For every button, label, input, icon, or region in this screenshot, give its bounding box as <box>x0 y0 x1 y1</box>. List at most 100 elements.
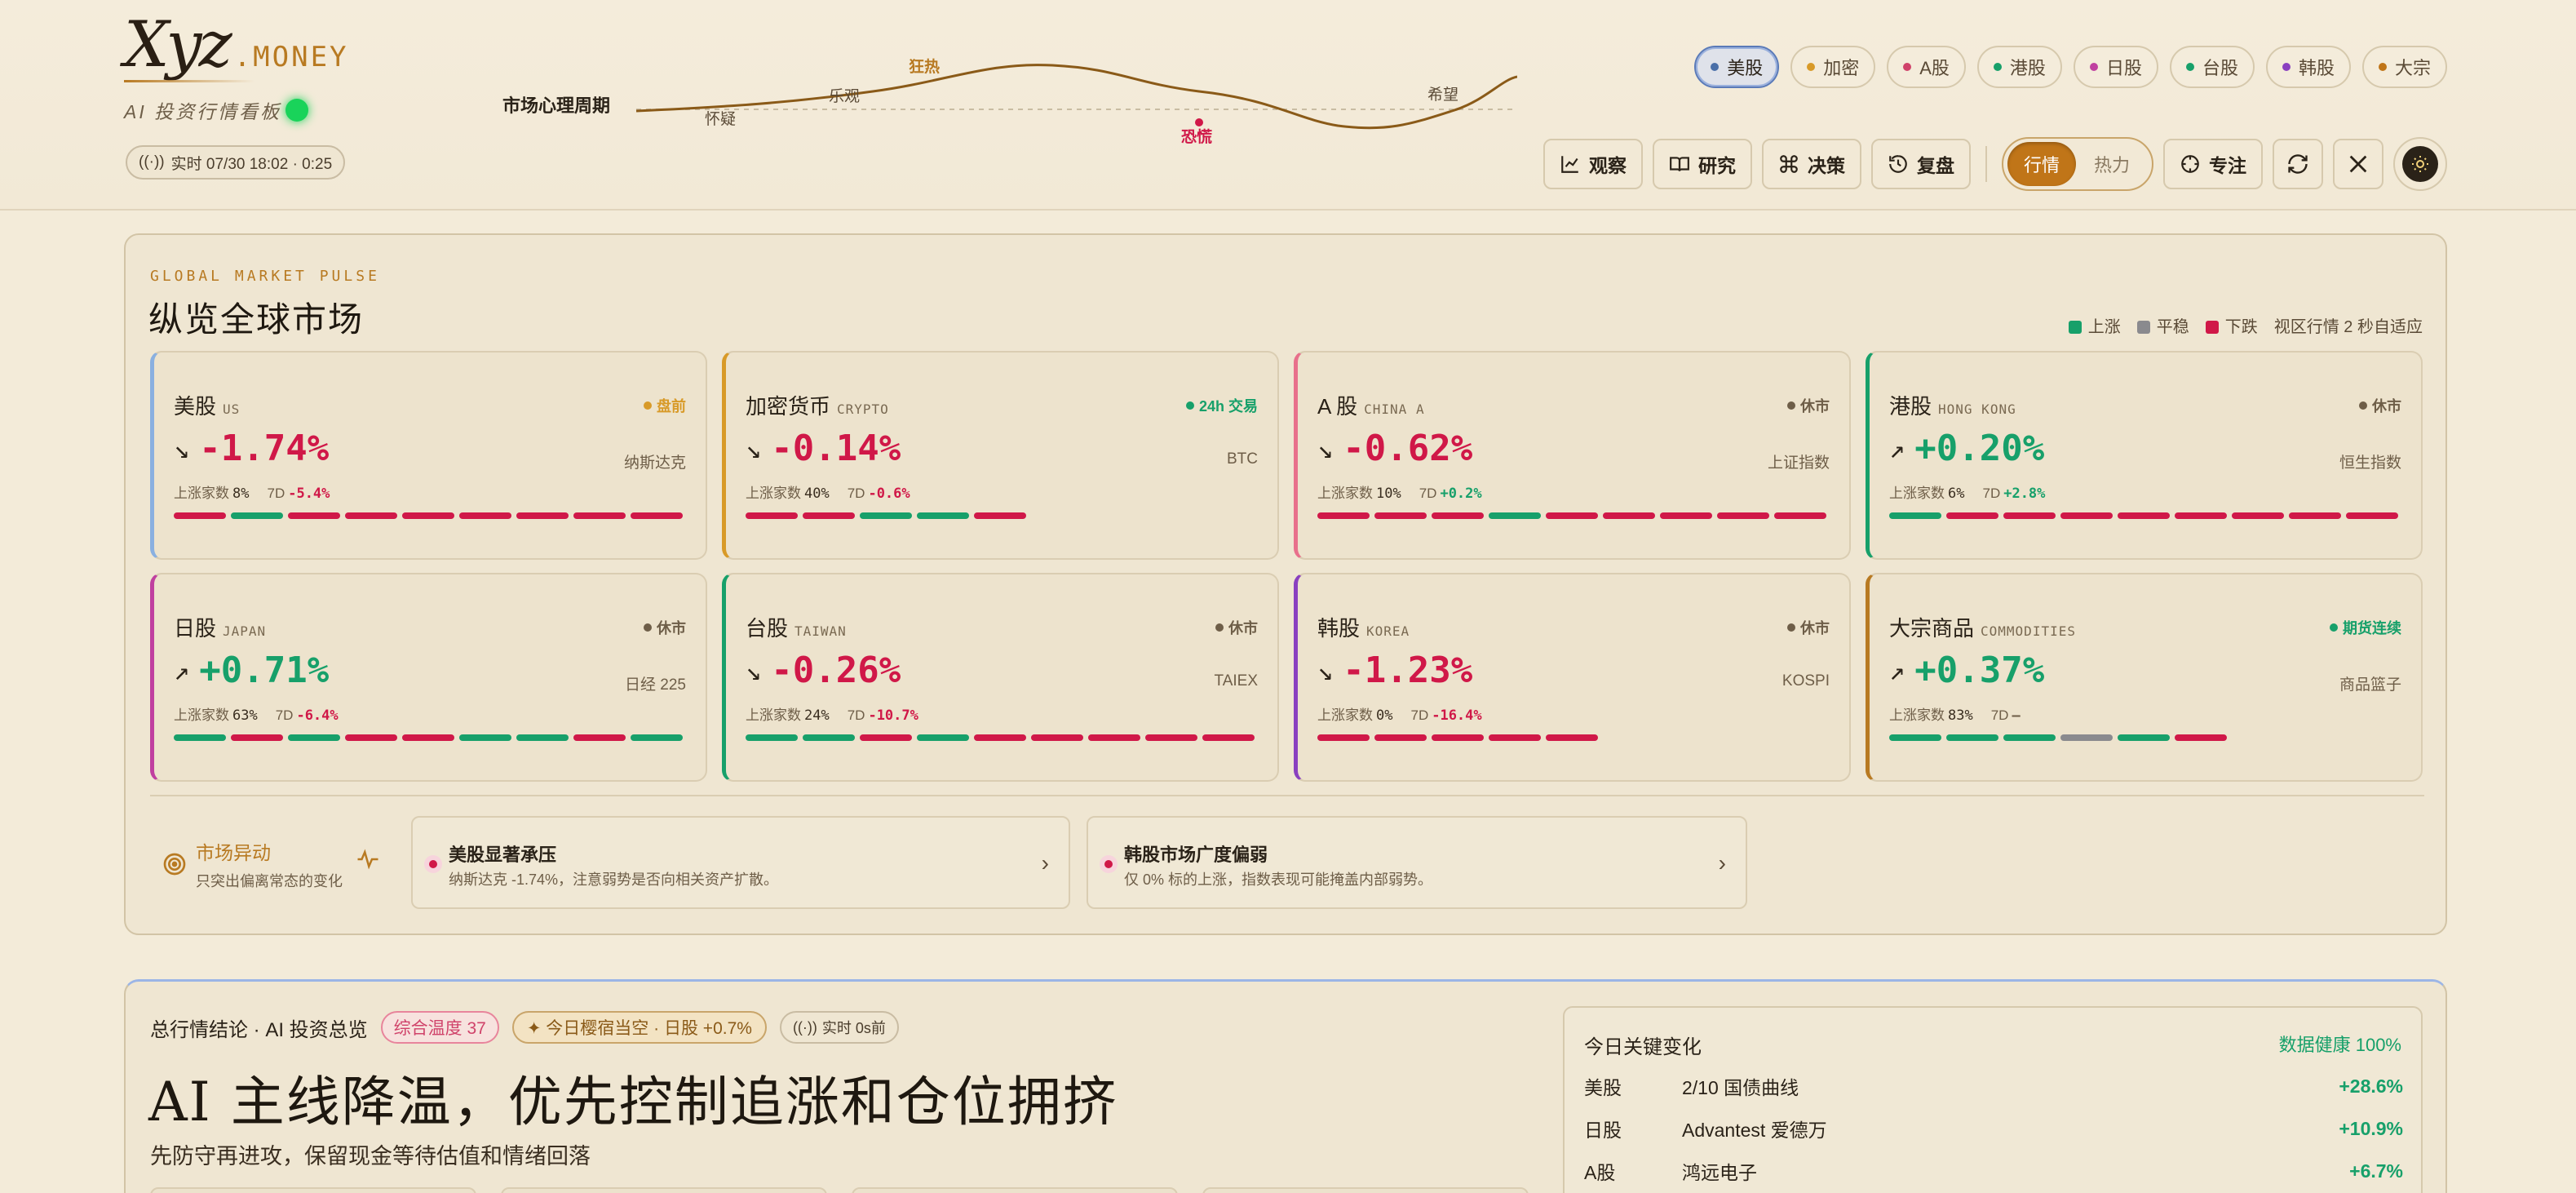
trend-arrow-icon: ↘ <box>1317 654 1334 686</box>
summary-card[interactable] <box>852 1187 1178 1193</box>
brand-underline <box>124 80 255 82</box>
brand-logo[interactable]: Xyz .MONEY <box>124 13 349 77</box>
live-badge: ((·)) 实时 0s前 <box>779 1011 899 1044</box>
alert-title: 美股显著承压 <box>449 845 557 865</box>
global-market-panel: GLOBAL MARKET PULSE 纵览全球市场 上涨 平稳 下跌 视区行情… <box>124 233 2447 935</box>
market-status: 休市 <box>644 617 686 638</box>
market-breadth: 上涨家数 83% 7D — <box>1889 707 2021 724</box>
summary-cards-row <box>150 1187 1529 1193</box>
change-row[interactable]: 美股 2/10 国债曲线 +28.6% <box>1584 1070 2403 1102</box>
legend-flat: 平稳 <box>2136 313 2189 337</box>
sector-bar <box>2346 512 2398 519</box>
summary-card[interactable] <box>501 1187 827 1193</box>
chart-line-icon <box>1561 156 1578 173</box>
chip-commodities[interactable]: 大宗 <box>2361 46 2447 88</box>
chip-hongkong[interactable]: 港股 <box>1976 46 2062 88</box>
change-target: 2/10 国债曲线 <box>1682 1077 1799 1098</box>
observe-button[interactable]: 观察 <box>1543 139 1643 189</box>
market-status: 休市 <box>1215 617 1258 638</box>
focus-button[interactable]: 专注 <box>2163 139 2263 189</box>
toggle-quotes[interactable]: 行情 <box>2007 142 2076 186</box>
sector-bar <box>917 734 969 741</box>
summary-subtitle: 先防守再进攻，保留现金等待估值和情绪回落 <box>150 1144 591 1169</box>
decide-button[interactable]: 决策 <box>1761 139 1861 189</box>
market-card-japan[interactable]: 日股 JAPAN 休市 ↗ +0.71% 日经 225 上涨家数 63% 7D -6.4% <box>150 573 707 782</box>
market-card-taiwan[interactable]: 台股 TAIWAN 休市 ↘ -0.26% TAIEX 上涨家数 24% 7D -10.7% <box>722 573 1279 782</box>
market-card-us[interactable]: 美股 US 盘前 ↘ -1.74% 纳斯达克 上涨家数 8% 7D -5.4% <box>150 351 707 560</box>
sector-bar <box>2118 734 2170 741</box>
history-icon <box>1889 155 1907 173</box>
market-card-hongkong[interactable]: 港股 HONG KONG 休市 ↗ +0.20% 恒生指数 上涨家数 6% 7D +2.8% <box>1866 351 2423 560</box>
chip-japan[interactable]: 日股 <box>2073 46 2158 88</box>
market-breadth: 上涨家数 6% 7D +2.8% <box>1889 486 2046 502</box>
review-label: 复盘 <box>1916 155 1954 176</box>
sector-bar <box>1202 734 1255 741</box>
refresh-button[interactable] <box>2273 139 2323 189</box>
alert-card-korea[interactable]: 韩股市场广度偏弱 仅 0% 标的上涨，指数表现可能掩盖内部弱势。 › <box>1087 816 1747 909</box>
market-status: 盘前 <box>644 395 686 416</box>
sector-bar <box>803 512 855 519</box>
daily-star-badge[interactable]: ✦ 今日樱宿当空 · 日股 +0.7% <box>511 1011 767 1044</box>
market-filter-chips: 美股 加密 A股 港股 日股 台股 韩股 大宗 <box>1694 46 2447 88</box>
market-change: ↗ +0.37% <box>1889 650 2044 691</box>
sector-bar <box>174 512 226 519</box>
sector-bars <box>1889 512 2398 519</box>
seven-day-value: -6.4% <box>296 707 339 724</box>
sector-bar <box>2175 512 2227 519</box>
market-card-crypto[interactable]: 加密货币 CRYPTO 24h 交易 ↘ -0.14% BTC 上涨家数 40% 7D -0.6% <box>722 351 1279 560</box>
change-market: A股 <box>1584 1162 1616 1183</box>
radar-icon <box>163 853 186 876</box>
chip-us[interactable]: 美股 <box>1694 46 1780 88</box>
market-status: 休市 <box>1787 617 1830 638</box>
sector-bar <box>231 734 283 741</box>
market-name: 大宗商品 COMMODITIES <box>1889 616 2076 641</box>
breadth-value: 83% <box>1948 707 1973 724</box>
market-card-commodities[interactable]: 大宗商品 COMMODITIES 期货连续 ↗ +0.37% 商品篮子 上涨家数 83% 7D — <box>1866 573 2423 782</box>
market-name-en: CHINA A <box>1364 401 1425 417</box>
chip-korea[interactable]: 韩股 <box>2265 46 2351 88</box>
summary-header: 总行情结论 · AI 投资总览 综合温度 37 ✦ 今日樱宿当空 · 日股 +0… <box>150 1011 899 1044</box>
change-row[interactable]: 日股 Advantest 爱德万 +10.9% <box>1584 1112 2403 1145</box>
sector-bar <box>288 512 340 519</box>
temperature-badge: 综合温度 37 <box>380 1011 499 1044</box>
chip-china-a[interactable]: A股 <box>1887 46 1966 88</box>
change-pct: +6.7% <box>2349 1160 2403 1182</box>
research-button[interactable]: 研究 <box>1652 139 1752 189</box>
change-row[interactable]: A股 鸿远电子 +6.7% <box>1584 1155 2403 1187</box>
toggle-heatmap[interactable]: 热力 <box>2076 142 2148 186</box>
x-share-button[interactable] <box>2333 139 2383 189</box>
breadth-value: 63% <box>232 707 258 724</box>
sector-bar <box>1489 512 1541 519</box>
summary-card[interactable] <box>150 1187 476 1193</box>
sector-bars <box>174 512 683 519</box>
sector-bar <box>1432 734 1484 741</box>
summary-card[interactable] <box>1202 1187 1529 1193</box>
market-change-value: -1.74% <box>199 428 330 469</box>
chip-crypto[interactable]: 加密 <box>1790 46 1876 88</box>
sector-bar <box>1603 512 1655 519</box>
market-change: ↗ +0.20% <box>1889 428 2044 469</box>
sun-icon <box>2412 156 2428 172</box>
ai-summary-panel: 总行情结论 · AI 投资总览 综合温度 37 ✦ 今日樱宿当空 · 日股 +0… <box>124 979 2447 1193</box>
sector-bar <box>1717 512 1769 519</box>
sector-bar <box>860 734 912 741</box>
market-card-korea[interactable]: 韩股 KOREA 休市 ↘ -1.23% KOSPI 上涨家数 0% 7D -16.4% <box>1294 573 1851 782</box>
legend: 上涨 平稳 下跌 视区行情 2 秒自适应 <box>2068 313 2423 337</box>
chip-taiwan[interactable]: 台股 <box>2169 46 2255 88</box>
change-target: 鸿远电子 <box>1682 1162 1757 1183</box>
view-mode-toggle[interactable]: 行情 热力 <box>2001 137 2153 191</box>
chip-dot-icon <box>2378 63 2387 71</box>
sector-bar <box>1546 734 1598 741</box>
review-button[interactable]: 复盘 <box>1870 139 1971 189</box>
sector-bar <box>1432 512 1484 519</box>
sector-bar <box>1317 512 1370 519</box>
sector-bars <box>174 734 683 741</box>
theme-toggle-button[interactable] <box>2393 137 2447 191</box>
market-breadth: 上涨家数 0% 7D -16.4% <box>1317 707 1482 724</box>
sector-bar <box>2175 734 2227 741</box>
sector-bar <box>803 734 855 741</box>
status-dot-icon <box>1185 401 1194 410</box>
change-market: 日股 <box>1584 1120 1622 1141</box>
market-card-china-a[interactable]: A 股 CHINA A 休市 ↘ -0.62% 上证指数 上涨家数 10% 7D +0.2% <box>1294 351 1851 560</box>
alert-card-us[interactable]: 美股显著承压 纳斯达克 -1.74%，注意弱势是否向相关资产扩散。 › <box>411 816 1070 909</box>
